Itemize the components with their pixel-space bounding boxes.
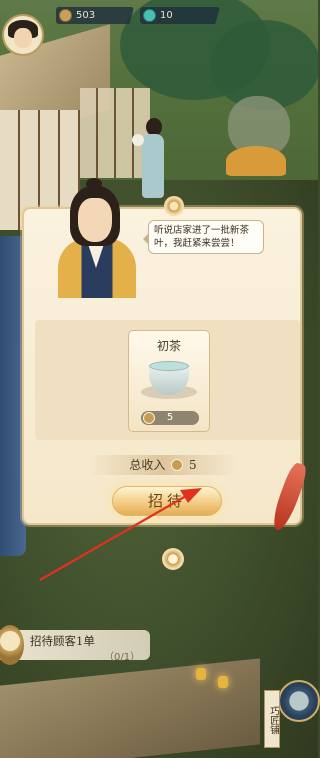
panel-ornament [164, 196, 184, 216]
jade-counter[interactable]: 10 [140, 7, 220, 24]
customer-npc[interactable] [132, 118, 168, 202]
total-label: 总收入 [129, 458, 166, 472]
coin-icon [143, 412, 155, 424]
item-name: 初茶 [156, 339, 181, 353]
jade-icon [143, 9, 156, 22]
coin-icon [59, 9, 72, 22]
shop-icon [278, 680, 320, 722]
parasol [226, 146, 286, 176]
item-price: 5 [141, 411, 199, 425]
coin-icon [171, 459, 184, 471]
tea-cup-icon [141, 355, 197, 401]
lantern [218, 676, 228, 688]
jade-value: 10 [160, 10, 173, 21]
order-item-card[interactable]: 初茶 5 [128, 330, 210, 432]
panel-ornament [162, 548, 184, 570]
lantern [196, 668, 206, 680]
craft-shop-button[interactable]: 巧匠铺 [264, 676, 320, 756]
player-avatar[interactable] [2, 0, 44, 62]
customer-portrait [56, 178, 138, 298]
serve-button[interactable]: 招待 [112, 486, 222, 516]
coin-counter[interactable]: 503 [56, 7, 134, 24]
quest-label: 招待顾客1单 [30, 634, 95, 648]
total-income: 总收入 5 [88, 455, 238, 475]
speech-bubble: 听说店家进了一批新茶叶，我赶紧来尝尝！ [143, 220, 264, 254]
quest-progress: （0/1） [104, 652, 141, 663]
coin-value: 503 [76, 10, 96, 21]
shop-label: 巧匠铺 [264, 690, 280, 748]
item-price-value: 5 [166, 412, 174, 423]
total-value: 5 [189, 458, 197, 472]
